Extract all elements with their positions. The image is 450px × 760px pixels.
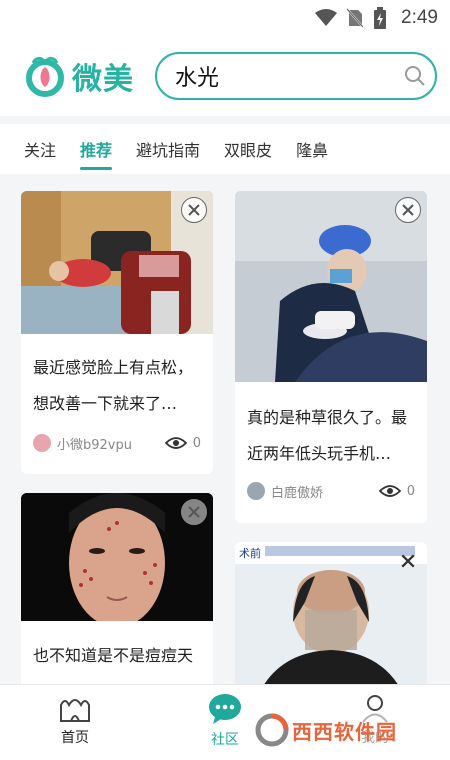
battery-charging-icon — [373, 7, 387, 29]
category-tabs: 关注 推荐 避坑指南 双眼皮 隆鼻 — [0, 124, 450, 174]
tab-double-eyelid[interactable]: 双眼皮 — [224, 124, 272, 174]
post-text-line: 想改善一下就来了… — [33, 394, 178, 413]
close-icon — [188, 506, 200, 518]
watermark-text: 西西软件园 — [292, 719, 397, 744]
nav-home[interactable]: 首页 — [35, 693, 115, 747]
eye-icon — [164, 437, 187, 449]
post-card[interactable]: 真的是种草很久了。最 近两年低头玩手机… 白鹿傲娇 0 — [235, 191, 427, 523]
logo-icon — [26, 56, 64, 97]
view-count: 0 — [164, 435, 201, 451]
no-sim-icon — [347, 8, 364, 28]
dismiss-button[interactable] — [181, 197, 207, 223]
author-name[interactable]: 小微b92vpu — [57, 434, 165, 453]
post-image[interactable] — [21, 493, 213, 621]
post-text-line: 近两年低头玩手机… — [247, 444, 392, 463]
wifi-icon — [315, 9, 338, 27]
chat-bubble-icon — [209, 694, 241, 724]
post-card[interactable]: 最近感觉脸上有点松， 想改善一下就来了… 小微b92vpu 0 — [21, 191, 213, 474]
tab-pitfall-guide[interactable]: 避坑指南 — [136, 124, 200, 174]
avatar[interactable] — [247, 482, 265, 500]
nav-community-label: 社区 — [211, 732, 239, 748]
view-count: 0 — [378, 483, 415, 499]
view-count-value: 0 — [192, 435, 201, 451]
post-feed: 最近感觉脸上有点松， 想改善一下就来了… 小微b92vpu 0 真的是种草很久了… — [0, 174, 450, 684]
tab-follow[interactable]: 关注 — [24, 124, 56, 174]
status-bar: 2:49 — [0, 0, 450, 36]
post-card[interactable]: 术前 — [235, 542, 427, 684]
watermark: 西西软件园 — [252, 712, 432, 748]
post-text-line: 真的是种草很久了。最 — [247, 408, 408, 427]
author-name[interactable]: 白鹿傲娇 — [271, 482, 379, 501]
tab-rhinoplasty[interactable]: 隆鼻 — [296, 124, 328, 174]
close-icon — [402, 204, 414, 216]
post-card[interactable]: 也不知道是不是痘痘天 — [21, 493, 213, 684]
avatar[interactable] — [33, 434, 51, 452]
search-icon[interactable] — [395, 65, 435, 87]
nav-home-label: 首页 — [61, 730, 89, 746]
close-icon — [188, 204, 200, 216]
post-image[interactable] — [235, 191, 427, 382]
dismiss-button[interactable] — [181, 499, 207, 525]
dismiss-button[interactable] — [395, 197, 421, 223]
search-box[interactable]: 水光 — [155, 52, 437, 100]
post-text-line: 也不知道是不是痘痘天 — [33, 646, 194, 665]
treatment-photo — [235, 191, 427, 382]
view-count-value: 0 — [406, 483, 415, 499]
status-time: 2:49 — [401, 7, 438, 28]
logo-text: 微美 — [72, 62, 134, 97]
home-icon — [60, 699, 90, 722]
app-header: 微美 水光 — [0, 36, 450, 116]
eye-icon — [378, 485, 401, 497]
tab-recommend[interactable]: 推荐 — [80, 124, 113, 174]
post-image[interactable] — [21, 191, 213, 334]
post-text-line: 最近感觉脸上有点松， — [33, 358, 194, 377]
app-logo: 微美 — [22, 53, 146, 99]
post-meta: 小微b92vpu 0 — [21, 426, 213, 460]
dismiss-button[interactable] — [395, 548, 421, 574]
watermark-logo-icon — [255, 713, 289, 747]
post-meta: 白鹿傲娇 0 — [235, 474, 427, 508]
banner-text: 术前 — [239, 546, 261, 560]
close-icon — [401, 554, 415, 568]
search-input[interactable]: 水光 — [175, 60, 395, 92]
post-image[interactable]: 术前 — [235, 542, 427, 684]
